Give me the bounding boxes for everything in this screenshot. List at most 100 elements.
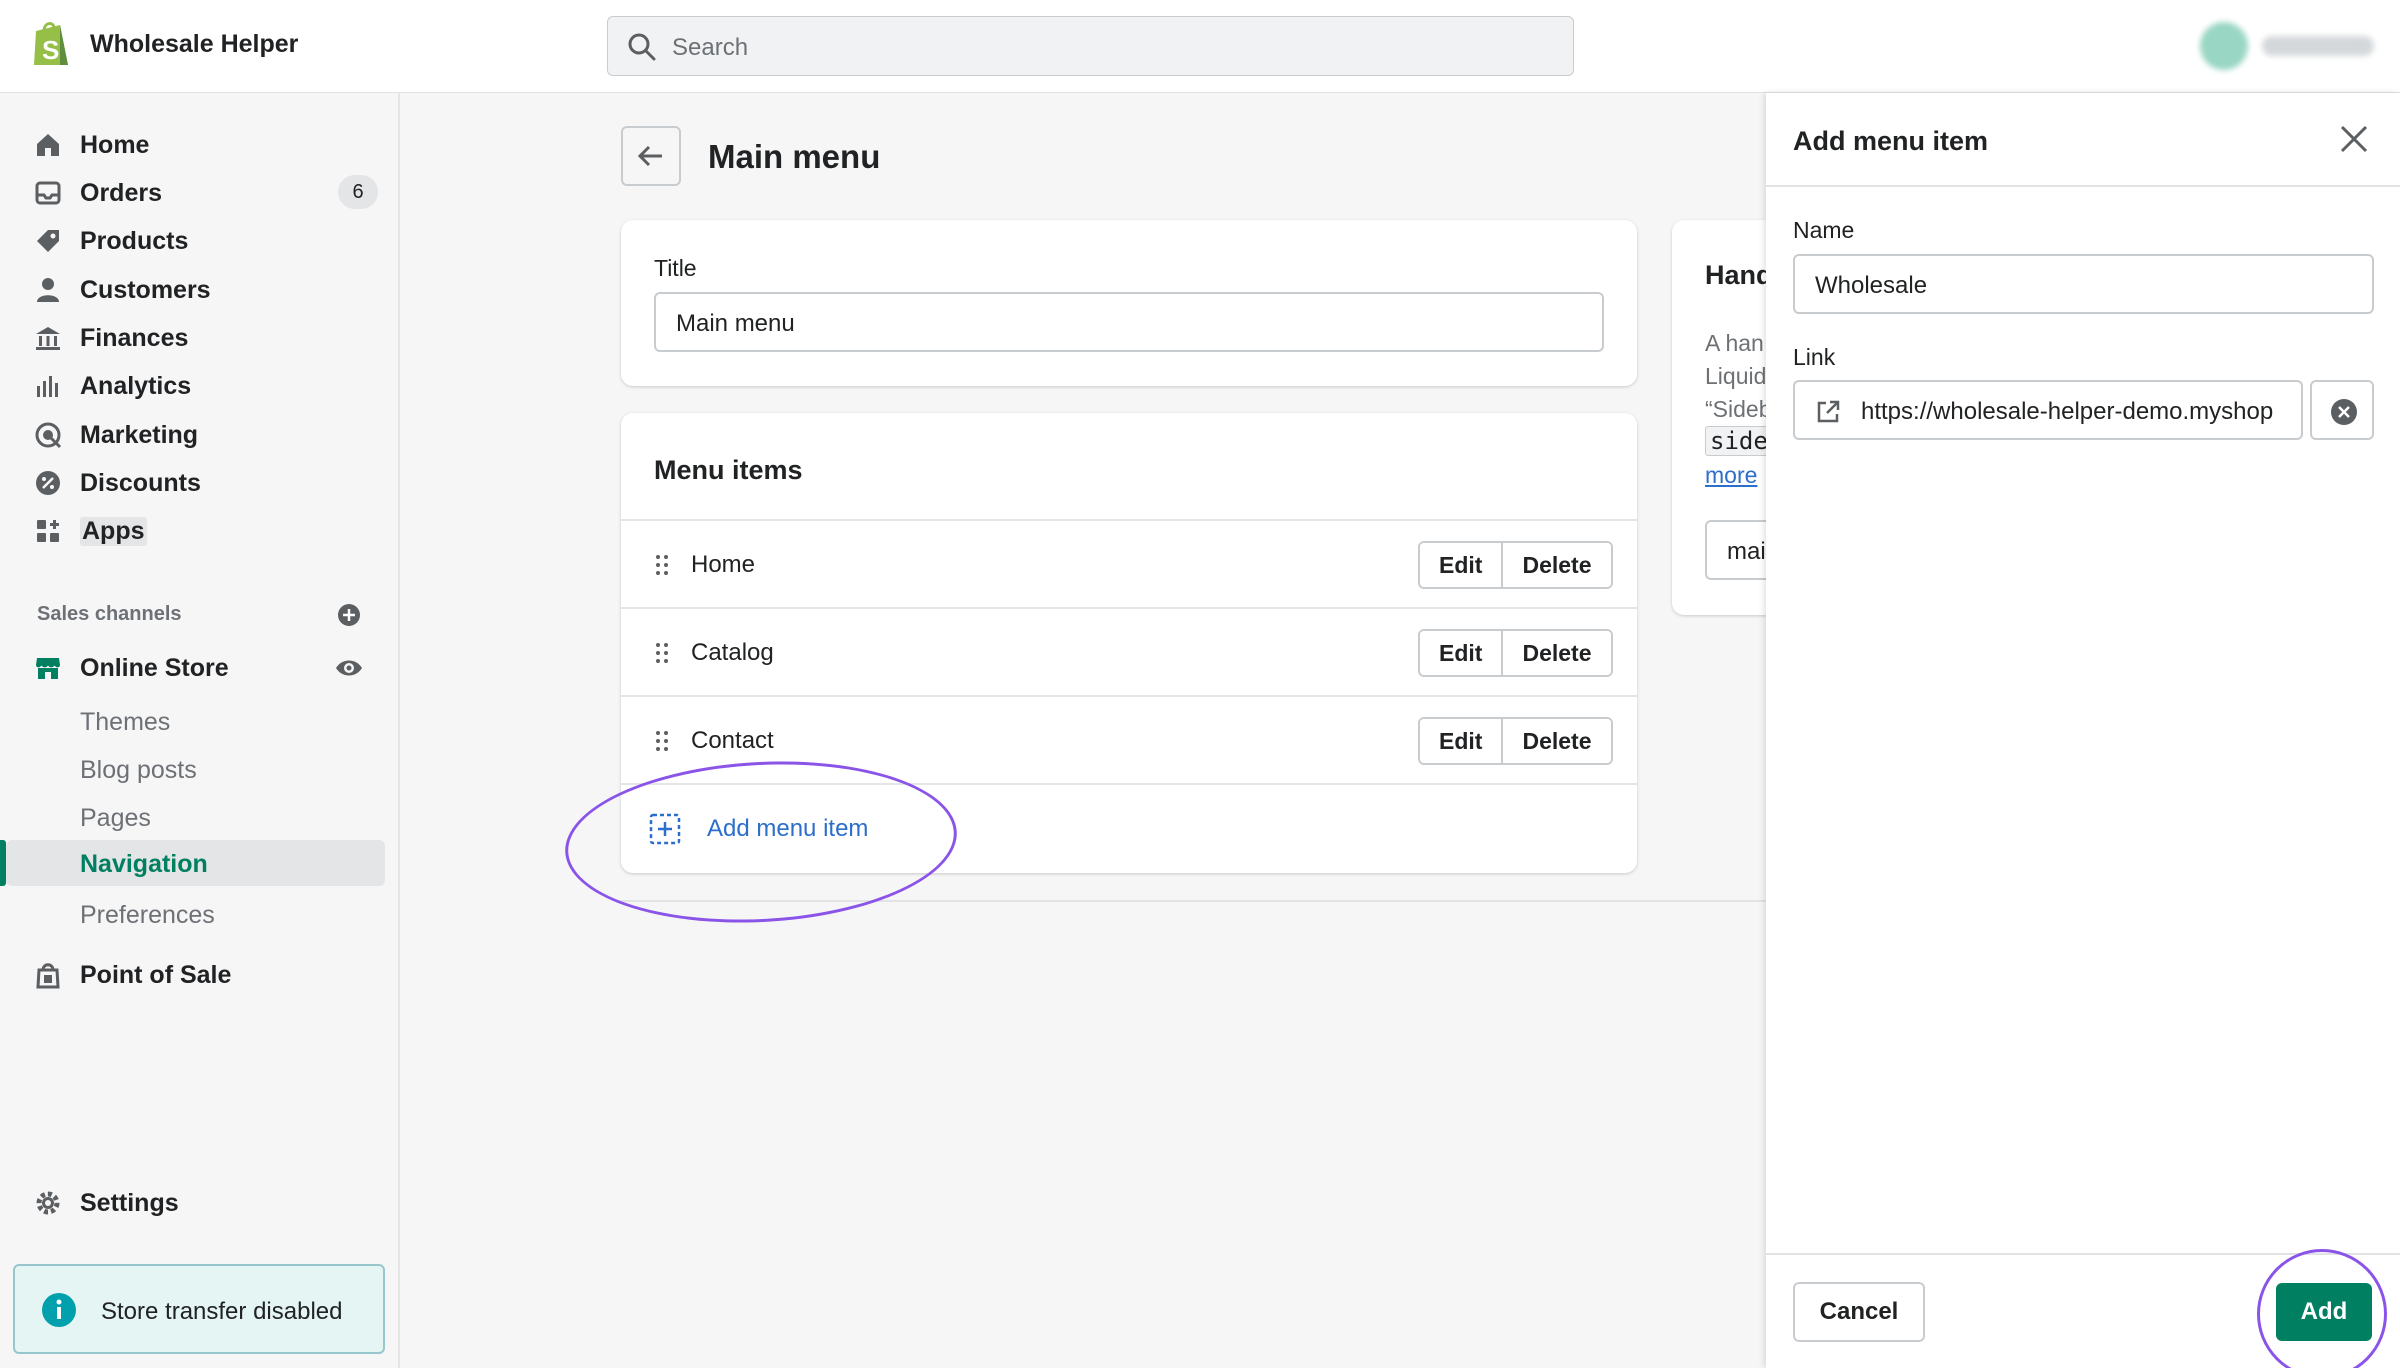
sidebar-item-settings[interactable]: Settings — [0, 1179, 400, 1225]
name-label: Name — [1793, 217, 1855, 243]
external-link-icon — [1817, 400, 1840, 423]
clear-link-button[interactable] — [2310, 380, 2374, 440]
sidebar-item-customers[interactable]: Customers — [0, 266, 400, 312]
target-icon — [35, 422, 62, 449]
row-actions: Edit Delete — [1418, 541, 1613, 589]
link-input-value: https://wholesale-helper-demo.myshop — [1861, 398, 2274, 425]
back-button[interactable] — [621, 126, 681, 186]
search-icon — [628, 33, 656, 61]
sidebar-item-label: Marketing — [80, 421, 199, 449]
menu-item-label: Catalog — [691, 639, 774, 666]
search-input[interactable]: Search — [607, 16, 1574, 76]
avatar[interactable] — [2200, 22, 2248, 70]
sidebar-subitem-label: Preferences — [80, 901, 215, 929]
discount-icon — [36, 471, 60, 495]
sidebar-item-discounts[interactable]: Discounts — [0, 459, 400, 505]
store-name[interactable]: Wholesale Helper — [90, 30, 298, 59]
add-menu-item-drawer: Add menu item Name Wholesale Link https:… — [1766, 93, 2400, 1368]
close-icon[interactable] — [2336, 121, 2372, 157]
menu-items-card: Menu items Home Edit Delete Catalog Edit… — [621, 413, 1637, 873]
handle-input-value: mai — [1727, 538, 1766, 565]
menu-items-heading: Menu items — [654, 455, 803, 485]
sidebar-subitem-pages[interactable]: Pages — [0, 794, 400, 840]
home-icon — [37, 134, 59, 156]
sidebar-item-finances[interactable]: Finances — [0, 314, 400, 360]
drawer-footer-divider — [1766, 1253, 2400, 1255]
handle-text-line: A han — [1705, 330, 1764, 356]
user-name[interactable] — [2262, 36, 2374, 56]
orders-count-badge: 6 — [338, 175, 378, 209]
divider — [620, 900, 1766, 902]
menu-item-row: Home Edit Delete — [621, 519, 1637, 607]
sidebar-subitem-label: Pages — [80, 804, 151, 832]
sidebar-item-orders[interactable]: Orders 6 — [0, 169, 400, 215]
sidebar-item-products[interactable]: Products — [0, 217, 400, 263]
cancel-button[interactable]: Cancel — [1793, 1282, 1925, 1342]
person-icon — [37, 278, 59, 302]
sidebar-item-label: Orders — [80, 179, 162, 207]
link-input[interactable]: https://wholesale-helper-demo.myshop — [1793, 380, 2303, 440]
edit-button[interactable]: Edit — [1420, 543, 1502, 587]
store-transfer-text: Store transfer disabled — [101, 1298, 343, 1325]
add-menu-item-link[interactable]: Add menu item — [707, 815, 868, 843]
add-menu-item-row[interactable]: Add menu item — [621, 783, 1637, 871]
sidebar-item-label: Customers — [80, 276, 211, 304]
delete-button[interactable]: Delete — [1501, 719, 1611, 763]
pos-bag-icon — [36, 963, 60, 989]
handle-heading: Hand — [1705, 260, 1773, 290]
gear-icon — [36, 1191, 60, 1215]
sidebar-subitem-navigation[interactable]: Navigation — [6, 840, 385, 886]
eye-icon[interactable] — [334, 653, 364, 683]
row-actions: Edit Delete — [1418, 717, 1613, 765]
apps-icon — [37, 520, 59, 542]
sidebar-item-home[interactable]: Home — [0, 121, 400, 167]
shopify-logo-icon[interactable]: S — [30, 19, 74, 69]
menu-item-label: Contact — [691, 727, 774, 754]
edit-button[interactable]: Edit — [1420, 719, 1502, 763]
arrow-left-icon — [637, 145, 662, 167]
sidebar-subitem-label: Navigation — [80, 850, 208, 878]
drag-handle-icon[interactable] — [655, 642, 669, 664]
menu-item-row: Catalog Edit Delete — [621, 607, 1637, 695]
drag-handle-icon[interactable] — [655, 554, 669, 576]
sidebar-item-label: Home — [80, 131, 150, 159]
orders-icon — [35, 181, 61, 205]
sidebar-item-apps[interactable]: Apps — [0, 507, 400, 553]
learn-more-link[interactable]: more — [1705, 462, 1757, 489]
sidebar-item-label: Apps — [80, 517, 147, 546]
sidebar-item-label: Analytics — [80, 372, 192, 400]
name-input-value: Wholesale — [1815, 272, 1928, 299]
search-placeholder: Search — [672, 34, 749, 61]
add-button[interactable]: Add — [2276, 1283, 2372, 1341]
sidebar-subitem-blog-posts[interactable]: Blog posts — [0, 746, 400, 792]
sidebar-item-marketing[interactable]: Marketing — [0, 411, 400, 457]
sidebar-item-label: Discounts — [80, 469, 201, 497]
menu-item-label: Home — [691, 551, 756, 578]
title-label: Title — [654, 255, 697, 281]
handle-text-line: “Sideb — [1705, 396, 1772, 422]
add-sales-channel-icon[interactable] — [336, 602, 362, 628]
sidebar-item-point-of-sale[interactable]: Point of Sale — [0, 951, 400, 997]
drawer-header-divider — [1766, 185, 2400, 187]
edit-button[interactable]: Edit — [1420, 631, 1502, 675]
delete-button[interactable]: Delete — [1501, 631, 1611, 675]
bank-icon — [36, 327, 60, 350]
drag-handle-icon[interactable] — [655, 730, 669, 752]
tag-icon — [37, 230, 59, 252]
store-transfer-banner[interactable]: Store transfer disabled — [13, 1264, 385, 1354]
sidebar-subitem-themes[interactable]: Themes — [0, 698, 400, 744]
delete-button[interactable]: Delete — [1501, 543, 1611, 587]
sidebar-item-label: Finances — [80, 324, 189, 352]
title-input[interactable]: Main menu — [654, 292, 1604, 352]
sidebar-item-label: Settings — [80, 1189, 179, 1217]
sales-channels-label: Sales channels — [37, 603, 182, 625]
handle-code: side — [1705, 426, 1773, 456]
page-title: Main menu — [708, 138, 881, 175]
row-actions: Edit Delete — [1418, 629, 1613, 677]
handle-text-line: Liquid — [1705, 363, 1767, 389]
title-card: Title Main menu — [621, 220, 1637, 386]
sidebar-subitem-preferences[interactable]: Preferences — [0, 891, 400, 937]
name-input[interactable]: Wholesale — [1793, 254, 2374, 314]
sidebar-item-analytics[interactable]: Analytics — [0, 362, 400, 408]
sidebar: Home Orders 6 Products Customers Finance… — [0, 93, 400, 1368]
